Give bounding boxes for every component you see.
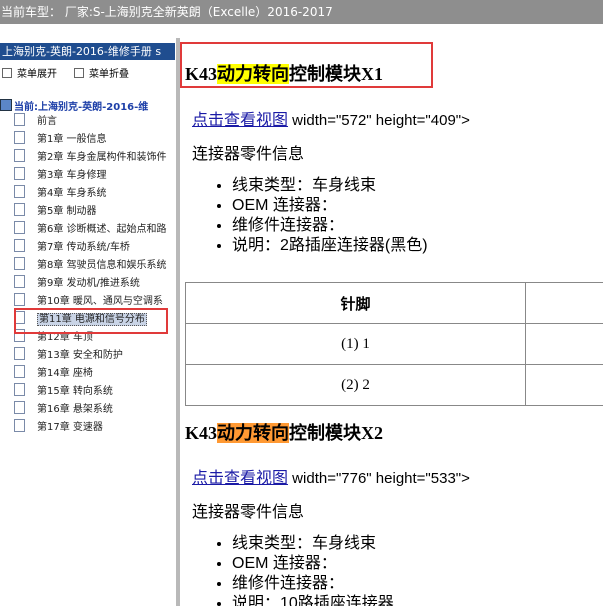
table-cell: (2) 2 xyxy=(185,364,526,406)
list-item: 维修件连接器： xyxy=(232,574,394,594)
document-icon xyxy=(14,419,25,432)
current-book-node[interactable]: 当前:上海别克-英朗-2016-维 xyxy=(0,98,148,113)
document-icon xyxy=(14,239,25,252)
manual-title[interactable]: 上海别克-英朗-2016-维修手册 s xyxy=(0,43,175,60)
document-icon xyxy=(14,131,25,144)
column-header xyxy=(525,282,603,324)
table-header-row: 针脚 xyxy=(185,282,603,324)
list-item: OEM 连接器： xyxy=(232,554,394,574)
list-item: 说明：2路插座连接器(黑色) xyxy=(232,236,428,256)
document-icon xyxy=(14,185,25,198)
view-link-x1[interactable]: 点击查看视图 xyxy=(192,112,288,129)
tree-item[interactable]: 第9章 发动机/推进系统 xyxy=(14,275,140,293)
tree-item[interactable]: 第15章 转向系统 xyxy=(14,383,113,401)
document-icon xyxy=(14,221,25,234)
tree-item[interactable]: 第8章 驾驶员信息和娱乐系统 xyxy=(14,257,167,275)
list-item: 线束类型：车身线束 xyxy=(232,534,394,554)
document-icon xyxy=(14,293,25,306)
expand-menu-button[interactable]: 菜单展开 xyxy=(2,65,57,80)
list-item: 维修件连接器： xyxy=(232,216,428,236)
tree-item[interactable]: 第1章 一般信息 xyxy=(14,131,107,149)
view-line-x2: 点击查看视图 width="776" height="533"> xyxy=(192,470,470,487)
document-icon xyxy=(14,347,25,360)
window-title-bar: 当前车型： 厂家:S-上海别克全新英朗（Excelle）2016-2017 xyxy=(0,0,603,24)
list-item: 线束类型：车身线束 xyxy=(232,176,428,196)
connector-info-list-x1: 线束类型：车身线束 OEM 连接器： 维修件连接器： 说明：2路插座连接器(黑色… xyxy=(180,176,428,256)
search-highlight: 动力转向 xyxy=(217,64,290,84)
document-icon xyxy=(14,167,25,180)
list-item: 说明：10路插座连接器 xyxy=(232,594,394,606)
table-cell: (1) 1 xyxy=(185,323,526,365)
document-icon xyxy=(14,203,25,216)
expand-icon xyxy=(2,68,12,78)
document-icon xyxy=(14,275,25,288)
collapse-icon xyxy=(74,68,84,78)
section-title-x2: K43动力转向控制模块X2 xyxy=(185,423,384,443)
connector-info-heading-x1: 连接器零件信息 xyxy=(192,146,305,163)
column-header-pin: 针脚 xyxy=(185,282,526,324)
document-icon xyxy=(14,113,25,126)
tree-item[interactable]: 第5章 制动器 xyxy=(14,203,97,221)
collapse-menu-button[interactable]: 菜单折叠 xyxy=(74,65,129,80)
window-title: 当前车型： 厂家:S-上海别克全新英朗（Excelle）2016-2017 xyxy=(1,5,333,19)
tree-item[interactable]: 第2章 车身金属构件和装饰件 xyxy=(14,149,167,167)
document-icon xyxy=(14,383,25,396)
tree-item[interactable]: 第6章 诊断概述、起始点和路 xyxy=(14,221,167,239)
view-line-x1: 点击查看视图 width="572" height="409"> xyxy=(192,112,470,129)
tree-item[interactable]: 第13章 安全和防护 xyxy=(14,347,123,365)
sidebar: 上海别克-英朗-2016-维修手册 s 菜单展开 菜单折叠 当前:上海别克-英朗… xyxy=(0,38,177,606)
list-item: OEM 连接器： xyxy=(232,196,428,216)
connector-info-heading-x2: 连接器零件信息 xyxy=(192,504,305,521)
view-link-x2[interactable]: 点击查看视图 xyxy=(192,470,288,487)
table-cell xyxy=(525,323,603,365)
document-icon xyxy=(14,365,25,378)
tree-item[interactable]: 第17章 变速器 xyxy=(14,419,103,437)
table-cell xyxy=(525,364,603,406)
tree-item[interactable]: 第3章 车身修理 xyxy=(14,167,107,185)
tree-item[interactable]: 第4章 车身系统 xyxy=(14,185,107,203)
table-row: (2) 2 xyxy=(185,364,603,406)
tree-item[interactable]: 第7章 传动系统/车桥 xyxy=(14,239,130,257)
tree-item[interactable]: 前言 xyxy=(14,113,57,131)
tree-item[interactable]: 第16章 悬架系统 xyxy=(14,401,113,419)
table-row: (1) 1 xyxy=(185,323,603,365)
document-icon xyxy=(14,149,25,162)
annotation-highlight-box xyxy=(14,308,168,334)
book-icon xyxy=(0,99,12,111)
tree-item[interactable]: 第14章 座椅 xyxy=(14,365,93,383)
document-icon xyxy=(14,401,25,414)
search-highlight: 动力转向 xyxy=(217,423,290,443)
document-content: K43动力转向控制模块X1 点击查看视图 width="572" height=… xyxy=(180,38,603,606)
section-title-x1: K43动力转向控制模块X1 xyxy=(185,64,384,84)
document-icon xyxy=(14,257,25,270)
connector-info-list-x2: 线束类型：车身线束 OEM 连接器： 维修件连接器： 说明：10路插座连接器 xyxy=(180,534,394,606)
pin-table-x1: 针脚 (1) 1 (2) 2 xyxy=(185,282,603,406)
